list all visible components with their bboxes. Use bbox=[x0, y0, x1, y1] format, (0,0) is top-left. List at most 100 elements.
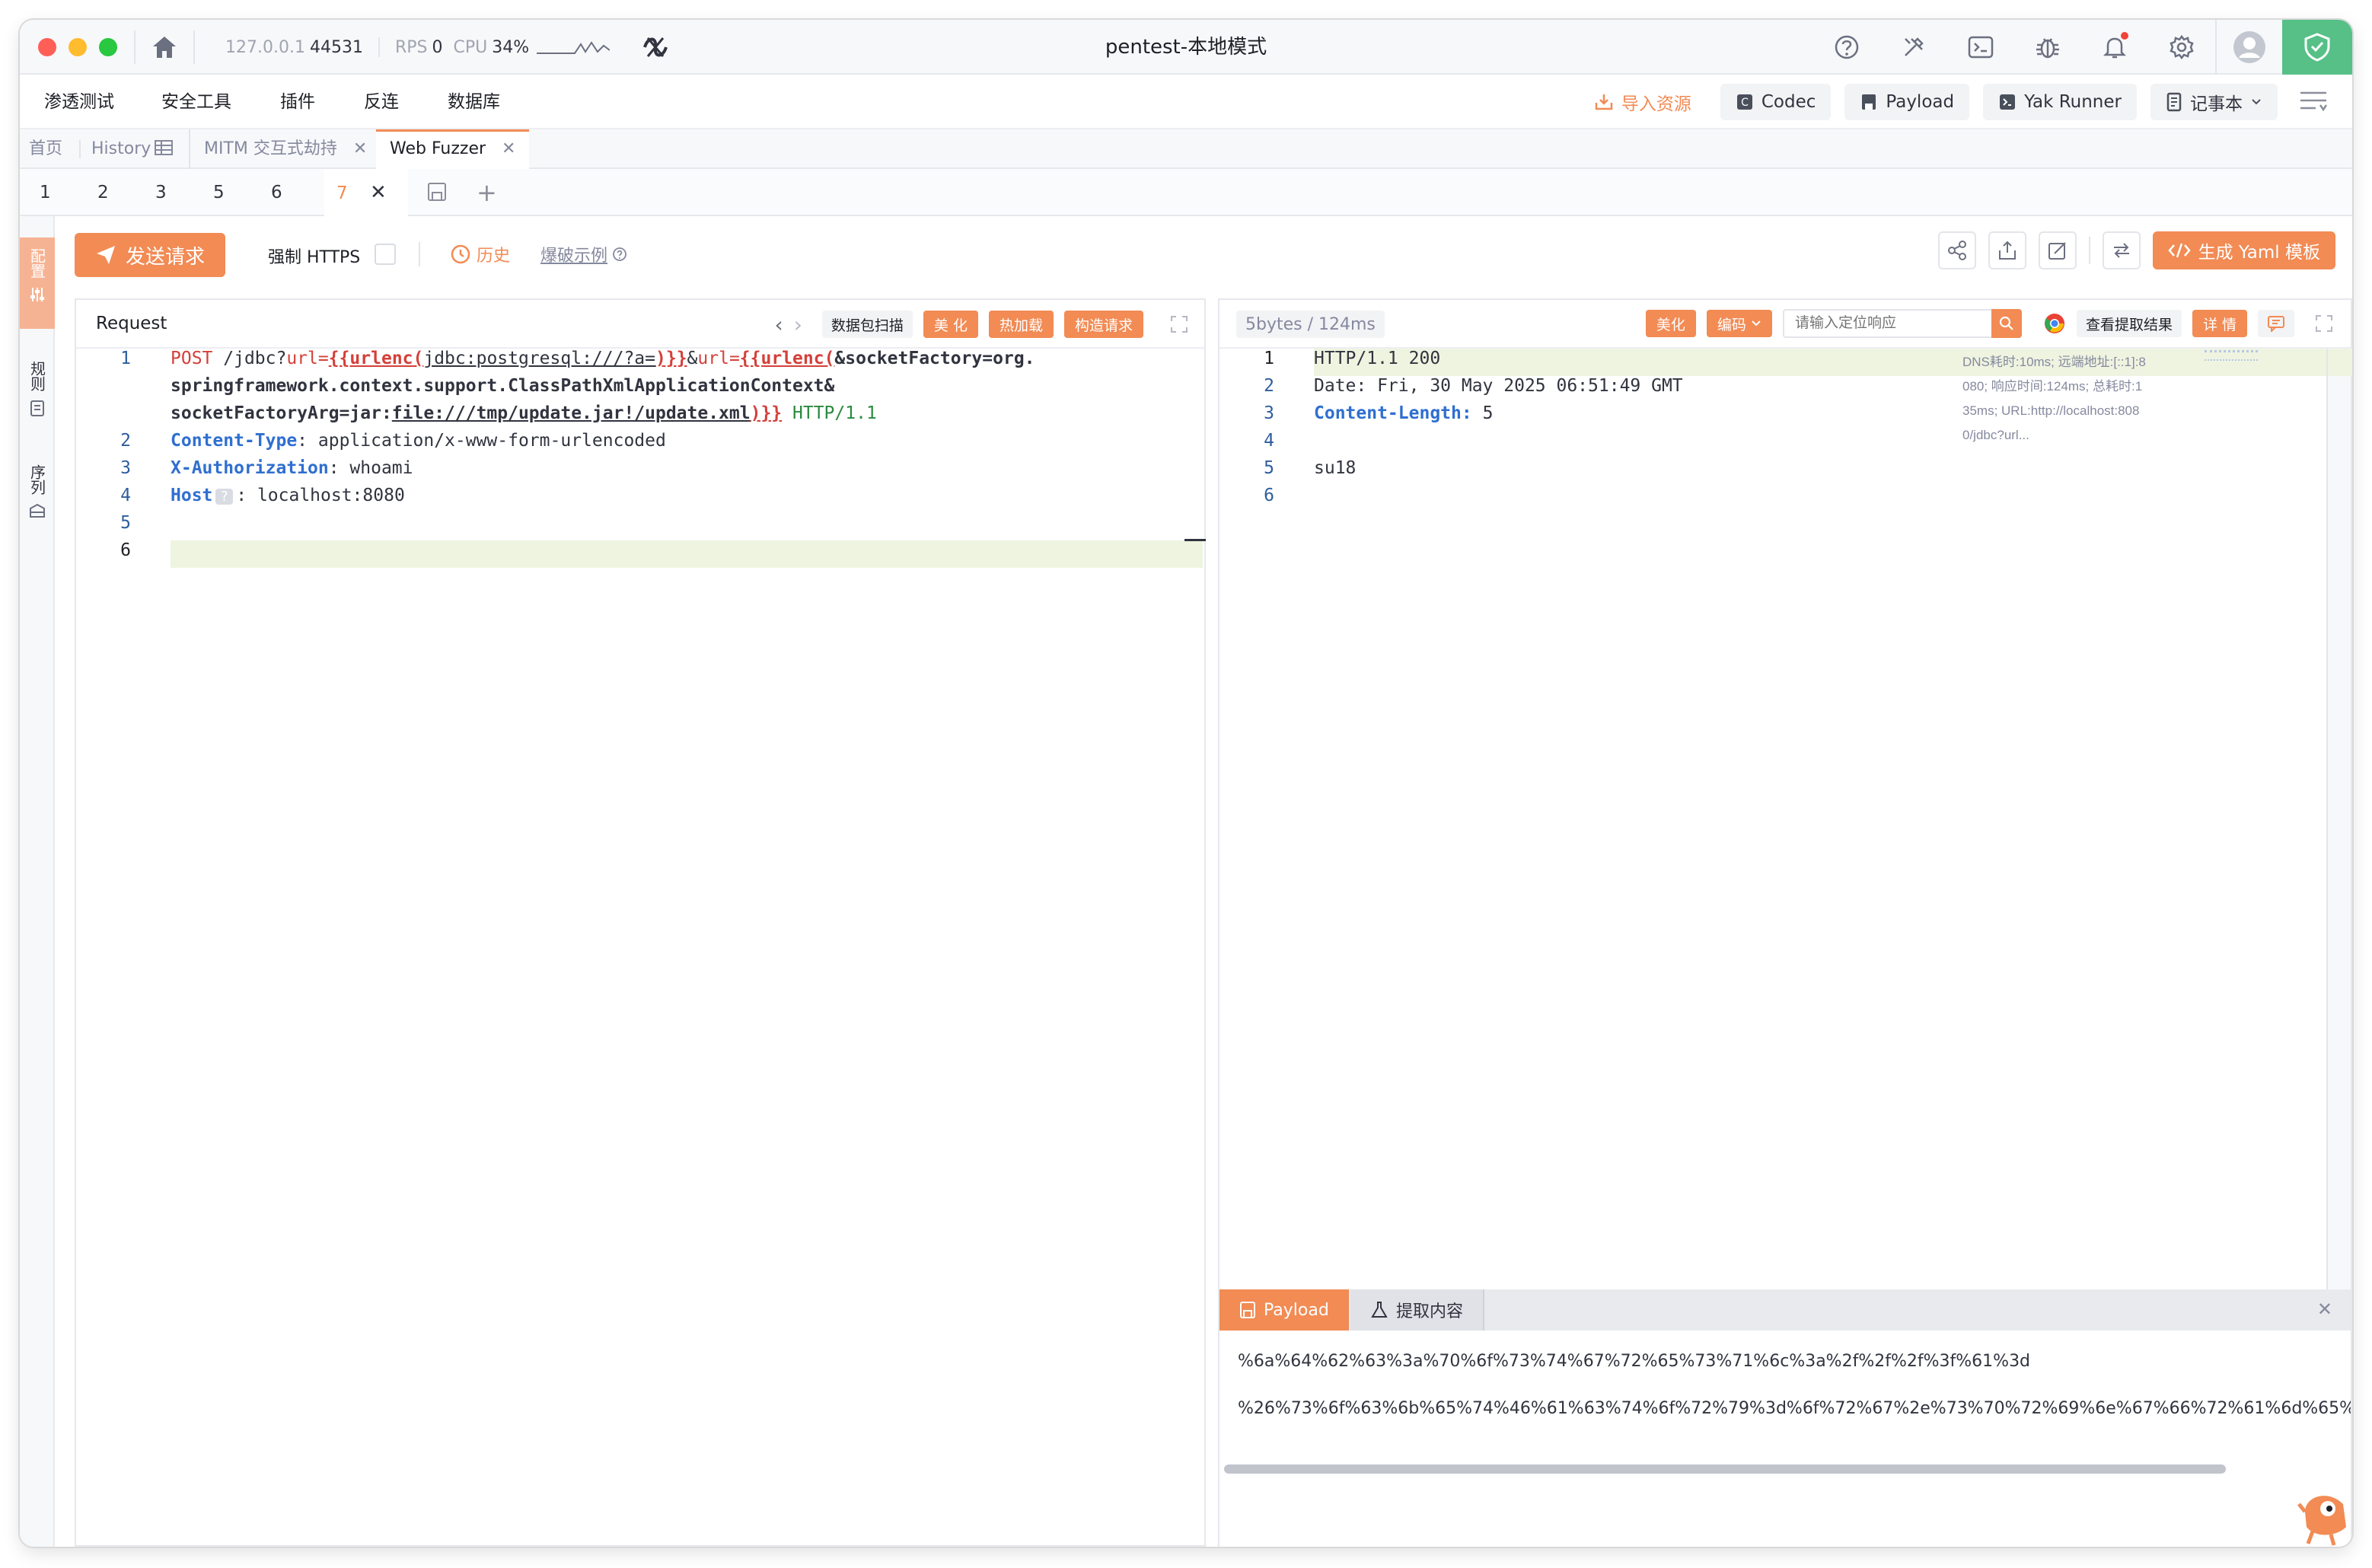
history-button[interactable]: 历史 bbox=[451, 242, 510, 266]
zoom-window-button[interactable] bbox=[99, 38, 117, 56]
payload-horizontal-scrollbar[interactable] bbox=[1224, 1464, 2226, 1474]
menu-security-tools[interactable]: 安全工具 bbox=[161, 75, 231, 129]
meta-line: 0/jdbc?url... bbox=[1962, 428, 2029, 442]
sub-tab-3[interactable]: 3 bbox=[155, 169, 167, 216]
tab-payload[interactable]: Payload bbox=[1219, 1289, 1349, 1331]
sub-tab-6[interactable]: 6 bbox=[271, 169, 282, 216]
comment-button[interactable] bbox=[2258, 310, 2294, 337]
close-icon[interactable]: ✕ bbox=[2317, 1299, 2332, 1320]
beautify-response-button[interactable]: 美化 bbox=[1645, 310, 1696, 337]
help-button[interactable] bbox=[1813, 20, 1880, 75]
chevron-right-icon[interactable]: › bbox=[794, 312, 802, 337]
comment-icon bbox=[2268, 316, 2284, 332]
close-icon[interactable]: ✕ bbox=[502, 139, 515, 158]
payload-value[interactable]: %6a%64%62%63%3a%70%6f%73%74%67%72%65%73%… bbox=[1238, 1352, 2030, 1371]
payload-icon bbox=[1240, 1302, 1255, 1318]
codec-label: Codec bbox=[1761, 92, 1816, 112]
close-icon[interactable]: ✕ bbox=[370, 181, 387, 204]
response-detail-button[interactable]: 详 情 bbox=[2192, 310, 2247, 337]
menu-plugins[interactable]: 插件 bbox=[280, 75, 315, 129]
import-resources-button[interactable]: 导入资源 bbox=[1579, 84, 1707, 120]
rail-config[interactable]: 配置 bbox=[20, 237, 55, 329]
beautify-request-button[interactable]: 美 化 bbox=[923, 311, 978, 338]
menu-pentest[interactable]: 渗透测试 bbox=[44, 75, 114, 129]
menu-reverse[interactable]: 反连 bbox=[364, 75, 399, 129]
generate-yaml-button[interactable]: 生成 Yaml 模板 bbox=[2152, 231, 2335, 269]
line-number: 3 bbox=[1264, 403, 1274, 423]
fuzztag-body: jdbc:postgresql:///?a= bbox=[423, 349, 655, 368]
tab-payload-label: Payload bbox=[1264, 1300, 1329, 1320]
hot-load-button[interactable]: 热加载 bbox=[988, 311, 1054, 338]
header-hint-badge[interactable]: ? bbox=[215, 489, 234, 505]
flask-icon bbox=[1371, 1302, 1388, 1318]
notebook-dropdown[interactable]: 记事本 bbox=[2150, 84, 2278, 120]
payload-value[interactable]: %26%73%6f%63%6b%65%74%46%61%63%74%6f%72%… bbox=[1238, 1399, 2351, 1418]
response-search-input[interactable] bbox=[1782, 309, 1991, 338]
home-button[interactable] bbox=[134, 30, 195, 64]
header-value: whoami bbox=[349, 458, 413, 478]
response-search-button[interactable] bbox=[1991, 309, 2022, 338]
user-avatar-button[interactable] bbox=[2215, 20, 2282, 75]
bug-button[interactable] bbox=[2014, 20, 2081, 75]
sub-tab-2[interactable]: 2 bbox=[97, 169, 109, 216]
help-icon bbox=[1835, 35, 1859, 59]
add-tab-button[interactable]: + bbox=[477, 169, 497, 216]
send-request-label: 发送请求 bbox=[125, 245, 205, 269]
fuzztag-body-file: file:///tmp/update.jar!/update.xml bbox=[391, 403, 751, 423]
tools-button[interactable] bbox=[1880, 20, 1947, 75]
line-number: 1 bbox=[1264, 349, 1274, 368]
close-icon[interactable]: ✕ bbox=[353, 139, 367, 158]
tab-table-view[interactable] bbox=[154, 129, 174, 169]
fullscreen-icon[interactable] bbox=[1169, 314, 1189, 334]
terminal-icon bbox=[1968, 36, 1994, 59]
codec-button[interactable]: C Codec bbox=[1720, 84, 1832, 120]
tab-web-fuzzer-label: Web Fuzzer bbox=[390, 139, 486, 158]
force-https-checkbox[interactable] bbox=[375, 244, 396, 265]
meta-line: 35ms; URL:http://localhost:808 bbox=[1962, 403, 2140, 418]
security-status-button[interactable] bbox=[2282, 20, 2352, 75]
tab-web-fuzzer[interactable]: Web Fuzzer ✕ bbox=[376, 129, 530, 169]
chevron-left-icon[interactable]: ‹ bbox=[775, 312, 783, 337]
yak-runner-button[interactable]: Yak Runner bbox=[1983, 84, 2137, 120]
tab-home[interactable]: 首页 bbox=[29, 129, 62, 169]
chrome-icon[interactable] bbox=[2043, 312, 2066, 335]
response-panel-header: 5bytes / 124ms 美化 编码 查看提取结果 详 情 bbox=[1219, 300, 2351, 349]
yak-logo-icon[interactable] bbox=[640, 32, 671, 62]
close-window-button[interactable] bbox=[38, 38, 56, 56]
fullscreen-icon[interactable] bbox=[2314, 314, 2334, 333]
terminal-button[interactable] bbox=[1947, 20, 2014, 75]
rail-sequence[interactable]: 序列 bbox=[20, 454, 55, 537]
yak-runner-label: Yak Runner bbox=[2024, 92, 2122, 112]
response-scrollbar[interactable] bbox=[2326, 349, 2328, 1289]
encode-dropdown[interactable]: 编码 bbox=[1706, 310, 1772, 337]
meta-line: 080; 响应时间:124ms; 总耗时:1 bbox=[1962, 379, 2143, 394]
export-button[interactable] bbox=[1988, 231, 2026, 269]
menu-database[interactable]: 数据库 bbox=[448, 75, 500, 129]
view-extract-results-button[interactable]: 查看提取结果 bbox=[2076, 310, 2182, 337]
sub-tab-7[interactable]: 7 ✕ bbox=[324, 169, 408, 216]
menu-list-button[interactable] bbox=[2291, 84, 2337, 120]
packet-scan-button[interactable]: 数据包扫描 bbox=[821, 311, 913, 338]
notifications-button[interactable] bbox=[2081, 20, 2148, 75]
minimap[interactable] bbox=[2205, 350, 2258, 361]
tab-mitm[interactable]: MITM 交互式劫持 ✕ bbox=[189, 129, 381, 169]
line-number: 3 bbox=[120, 458, 131, 478]
edit-button[interactable] bbox=[2038, 231, 2077, 269]
send-request-button[interactable]: 发送请求 bbox=[75, 233, 225, 277]
rail-rules[interactable]: 规则 bbox=[20, 350, 55, 434]
sub-tab-1[interactable]: 1 bbox=[40, 169, 51, 216]
save-tab-button[interactable] bbox=[426, 169, 448, 216]
sub-tab-5[interactable]: 5 bbox=[213, 169, 225, 216]
engine-status: 127.0.0.1 44531 RPS 0 CPU 34% bbox=[225, 20, 671, 75]
settings-button[interactable] bbox=[2148, 20, 2215, 75]
minimize-window-button[interactable] bbox=[69, 38, 87, 56]
fuzz-example-link[interactable]: 爆破示例 bbox=[540, 242, 627, 266]
payload-button[interactable]: Payload bbox=[1844, 84, 1970, 120]
tab-history[interactable]: History bbox=[79, 129, 151, 169]
export-icon bbox=[1998, 241, 2016, 260]
share-button[interactable] bbox=[1937, 231, 1976, 269]
tab-extract[interactable]: 提取内容 bbox=[1350, 1289, 1485, 1331]
swap-layout-button[interactable] bbox=[2102, 231, 2141, 269]
header-line: Content-Type: application/x-www-form-url… bbox=[171, 431, 666, 451]
build-request-button[interactable]: 构造请求 bbox=[1063, 311, 1143, 338]
